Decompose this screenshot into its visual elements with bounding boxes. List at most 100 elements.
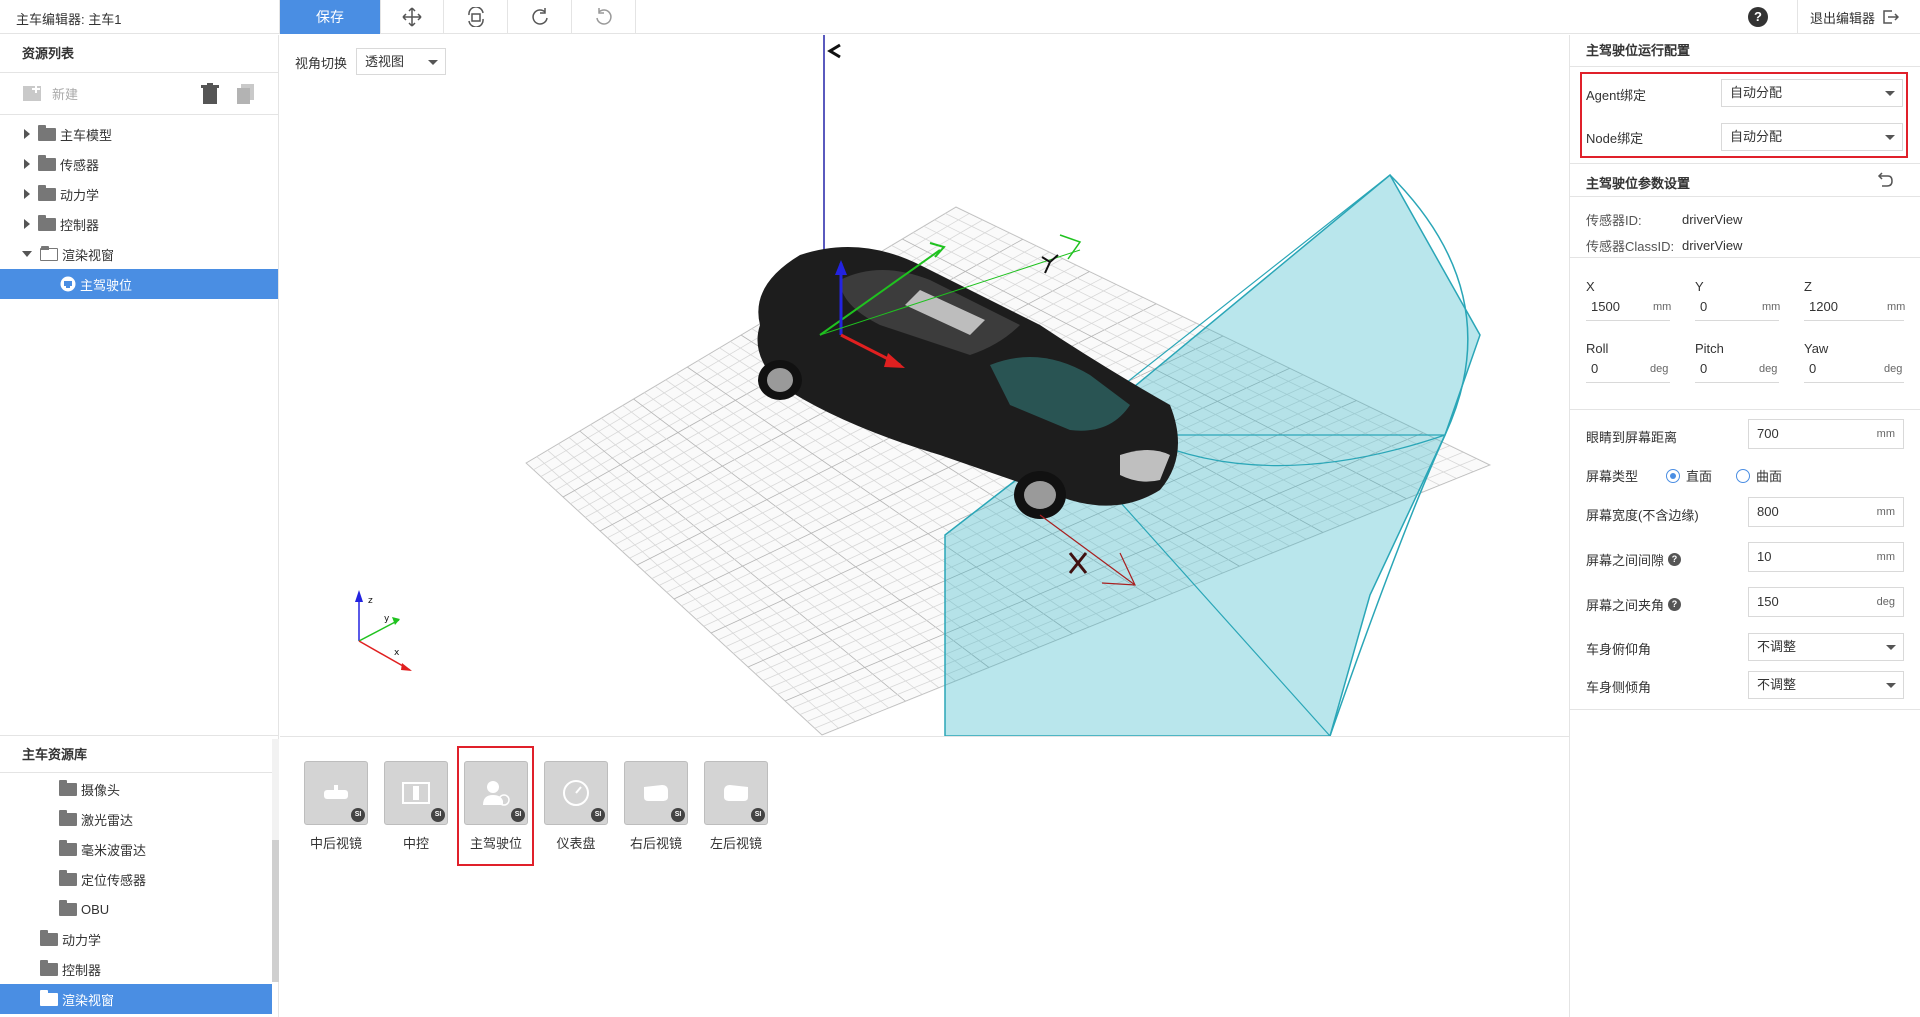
reset-view-button[interactable]	[444, 0, 508, 34]
sensor-class-row: 传感器ClassID: driverView	[1586, 236, 1742, 255]
card-badge: SI	[751, 808, 765, 822]
exit-label: 退出编辑器	[1810, 10, 1876, 26]
view-select[interactable]: 透视图	[356, 48, 446, 75]
eye-distance-value: 700	[1757, 426, 1779, 441]
card-thumbnail[interactable]: SI	[384, 761, 448, 825]
library-item-obu[interactable]: OBU	[0, 894, 279, 924]
delete-icon[interactable]	[200, 83, 220, 105]
gap-unit: mm	[1876, 551, 1895, 563]
radio-flat[interactable]	[1666, 468, 1680, 483]
library-item-label: 动力学	[62, 932, 102, 948]
chevron-down-icon[interactable]	[22, 251, 32, 257]
x-unit: mm	[1653, 301, 1672, 313]
redo-button[interactable]	[508, 0, 572, 34]
yaw-unit: deg	[1884, 363, 1903, 375]
card-badge: SI	[671, 808, 685, 822]
tree-item-dynamics[interactable]: 动力学	[0, 179, 278, 209]
chevron-right-icon[interactable]	[24, 219, 30, 229]
roll-value: 0	[1591, 361, 1599, 376]
orientation-gizmo: z y x	[355, 590, 412, 671]
view-switch-label: 视角切换	[295, 56, 348, 71]
body-roll-label: 车身侧倾角	[1586, 680, 1652, 695]
card-label: 仪表盘	[556, 836, 596, 851]
y-label: Y	[1695, 279, 1704, 294]
x-label: X	[1586, 279, 1595, 294]
gap-label: 屏幕之间间隙	[1586, 553, 1665, 568]
library-item-lidar[interactable]: 激光雷达	[0, 804, 279, 834]
help-icon[interactable]: ?	[1668, 598, 1682, 611]
library-item-dynamics[interactable]: 动力学	[0, 924, 279, 954]
component-card-dashboard[interactable]: SI 仪表盘	[544, 761, 608, 852]
gap-input[interactable]: 10 mm	[1748, 542, 1904, 572]
open-folder-icon	[40, 245, 58, 261]
screen-width-input[interactable]: 800 mm	[1748, 497, 1904, 527]
caret-down-icon	[1886, 645, 1896, 650]
editor-title: 主车编辑器: 主车1	[16, 12, 122, 27]
undo-button[interactable]	[572, 0, 636, 34]
help-icon[interactable]: ?	[1748, 7, 1768, 27]
redo-icon	[531, 8, 548, 25]
divider	[1570, 409, 1920, 410]
library-item-label: OBU	[81, 901, 110, 917]
help-icon[interactable]: ?	[1668, 553, 1682, 566]
param-header: 主驾驶位参数设置	[1570, 163, 1920, 197]
tree-item-controller[interactable]: 控制器	[0, 209, 278, 239]
save-button[interactable]: 保存	[280, 0, 380, 34]
copy-icon[interactable]	[236, 83, 256, 105]
scene-canvas[interactable]: z y x	[280, 35, 1569, 736]
eye-distance-input[interactable]: 700 mm	[1748, 419, 1904, 449]
new-label: 新建	[52, 86, 79, 102]
tree-item-label: 主车模型	[60, 127, 113, 143]
component-card-rear-mirror[interactable]: SI 中后视镜	[304, 761, 368, 852]
roll-unit: deg	[1650, 363, 1669, 375]
library-item-render-view[interactable]: 渲染视窗	[0, 984, 272, 1014]
gap-row: 屏幕之间间隙?	[1586, 550, 1682, 569]
screen-width-unit: mm	[1876, 506, 1895, 518]
tree-item-render-view[interactable]: 渲染视窗	[0, 239, 278, 269]
angle-input[interactable]: 150 deg	[1748, 587, 1904, 617]
component-card-center-console[interactable]: SI 中控	[384, 761, 448, 852]
card-thumbnail[interactable]: SI	[624, 761, 688, 825]
card-thumbnail[interactable]: SI	[704, 761, 768, 825]
dashboard-icon	[563, 780, 589, 806]
body-pitch-label: 车身俯仰角	[1586, 642, 1652, 657]
reset-icon[interactable]	[1874, 172, 1894, 188]
tree-item-driver-seat[interactable]: 主驾驶位	[0, 269, 278, 299]
chevron-right-icon[interactable]	[24, 189, 30, 199]
gap-value: 10	[1757, 549, 1772, 564]
tree-item-sensors[interactable]: 传感器	[0, 149, 278, 179]
divider	[1570, 709, 1920, 710]
left-panel: 资源列表 新建 主车模型 传感器 动力学 控制器 渲染视窗 主驾驶位 主车资源库…	[0, 35, 279, 1017]
3d-viewport[interactable]: z y x 视角切换 透视图	[280, 35, 1569, 736]
chevron-right-icon[interactable]	[24, 159, 30, 169]
exit-icon	[1883, 10, 1900, 24]
component-card-right-mirror[interactable]: SI 右后视镜	[624, 761, 688, 852]
new-button[interactable]: 新建	[22, 83, 78, 103]
card-thumbnail[interactable]: SI	[304, 761, 368, 825]
yaw-label: Yaw	[1804, 341, 1829, 356]
view-select-value: 透视图	[365, 54, 405, 69]
chevron-right-icon[interactable]	[24, 129, 30, 139]
body-pitch-select[interactable]: 不调整	[1748, 633, 1904, 661]
exit-editor-button[interactable]: 退出编辑器	[1797, 0, 1900, 34]
pitch-value: 0	[1700, 361, 1708, 376]
library-item-label: 控制器	[62, 962, 102, 978]
component-card-left-mirror[interactable]: SI 左后视镜	[704, 761, 768, 852]
radio-curved[interactable]	[1736, 468, 1751, 483]
tree-item-model[interactable]: 主车模型	[0, 119, 278, 149]
pitch-unit: deg	[1759, 363, 1778, 375]
library-item-radar[interactable]: 毫米波雷达	[0, 834, 279, 864]
z-unit: mm	[1887, 301, 1906, 313]
folder-icon	[40, 929, 58, 946]
library-item-camera[interactable]: 摄像头	[0, 774, 279, 804]
angle-unit: deg	[1876, 596, 1895, 608]
library-scroll-thumb[interactable]	[272, 840, 279, 982]
screen-width-value: 800	[1757, 504, 1779, 519]
body-roll-select[interactable]: 不调整	[1748, 671, 1904, 699]
move-button[interactable]	[380, 0, 444, 34]
add-icon	[23, 85, 41, 101]
library-item-gps[interactable]: 定位传感器	[0, 864, 279, 894]
card-thumbnail[interactable]: SI	[544, 761, 608, 825]
library-item-controller[interactable]: 控制器	[0, 954, 279, 984]
library-item-label: 激光雷达	[81, 812, 134, 828]
